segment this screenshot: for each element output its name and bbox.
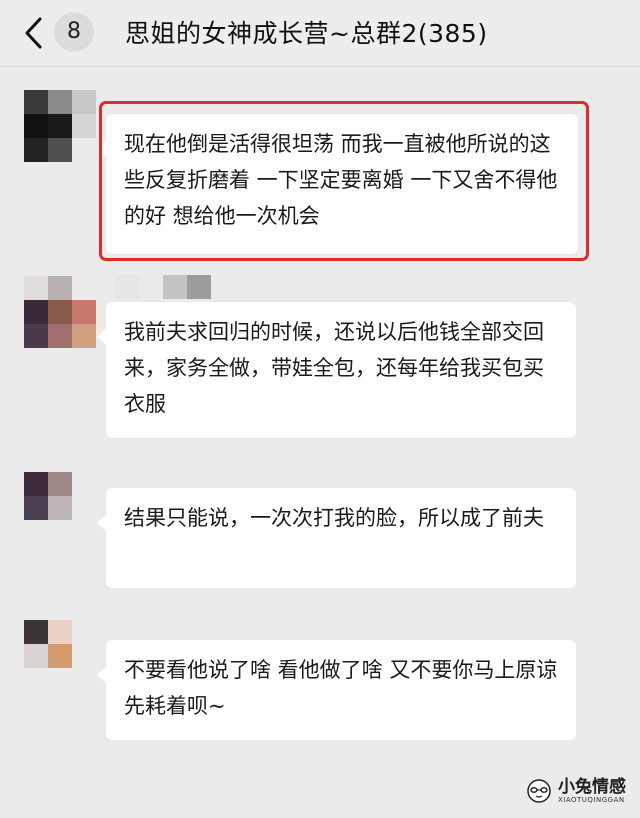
avatar-mosaic-tile — [48, 668, 72, 692]
avatar-mosaic-tile — [48, 620, 72, 644]
avatar-mosaic-tile — [24, 114, 48, 138]
avatar-mosaic-tile — [24, 620, 48, 644]
back-arrow-icon[interactable] — [22, 16, 46, 50]
watermark-subtitle: XIAOTUQINGGAN — [558, 796, 625, 804]
avatar-mosaic-tile — [24, 138, 48, 162]
avatar-mosaic-tile — [48, 472, 72, 496]
avatar-mosaic-tile — [72, 520, 96, 544]
avatar-mosaic-tile — [72, 324, 96, 348]
avatar-mosaic-tile — [48, 90, 72, 114]
avatar-mosaic-tile — [48, 644, 72, 668]
avatar[interactable] — [24, 620, 96, 692]
avatar[interactable] — [24, 90, 96, 162]
avatar-mosaic-tile — [24, 324, 48, 348]
avatar-mosaic-tile — [48, 276, 72, 300]
avatar-mosaic-tile — [24, 300, 48, 324]
avatar-mosaic-tile — [72, 668, 96, 692]
avatar-mosaic-tile — [72, 114, 96, 138]
avatar-mosaic-tile — [72, 138, 96, 162]
avatar-mosaic-tile — [72, 644, 96, 668]
avatar-mosaic-tile — [72, 300, 96, 324]
avatar-mosaic-tile — [72, 276, 96, 300]
avatar-mosaic-tile — [24, 276, 48, 300]
chat-title: 思姐的女神成长营~总群2(385) — [125, 19, 488, 48]
avatar-mosaic-tile — [24, 644, 48, 668]
message-bubble[interactable]: 结果只能说，一次次打我的脸，所以成了前夫 — [97, 488, 576, 588]
avatar-mosaic-tile — [72, 472, 96, 496]
avatar-mosaic-tile — [48, 520, 72, 544]
message-bubble[interactable]: 我前夫求回归的时候，还说以后他钱全部交回来，家务全做，带娃全包，还每年给我买包买… — [97, 302, 576, 438]
watermark-logo: 小兔情感 XIAOTUQINGGAN — [524, 770, 632, 814]
avatar-mosaic-tile — [48, 324, 72, 348]
avatar-mosaic-tile — [72, 90, 96, 114]
avatar[interactable] — [24, 276, 96, 348]
bunny-face-icon — [527, 779, 551, 803]
sender-name-blurred — [115, 275, 211, 299]
avatar-mosaic-tile — [48, 114, 72, 138]
highlight-frame — [99, 101, 589, 261]
unread-count-badge[interactable]: 8 — [54, 12, 94, 52]
avatar-mosaic-tile — [48, 496, 72, 520]
avatar-mosaic-tile — [48, 300, 72, 324]
watermark-name: 小兔情感 — [558, 777, 626, 797]
avatar-mosaic-tile — [72, 496, 96, 520]
avatar-mosaic-tile — [24, 496, 48, 520]
avatar-mosaic-tile — [72, 620, 96, 644]
avatar-mosaic-tile — [48, 138, 72, 162]
avatar-mosaic-tile — [24, 520, 48, 544]
avatar-mosaic-tile — [24, 90, 48, 114]
avatar[interactable] — [24, 472, 96, 544]
chat-header: 8 思姐的女神成长营~总群2(385) — [0, 0, 640, 67]
avatar-mosaic-tile — [24, 668, 48, 692]
message-bubble[interactable]: 不要看他说了啥 看他做了啥 又不要你马上原谅 先耗着呗~ — [97, 640, 576, 740]
avatar-mosaic-tile — [24, 472, 48, 496]
